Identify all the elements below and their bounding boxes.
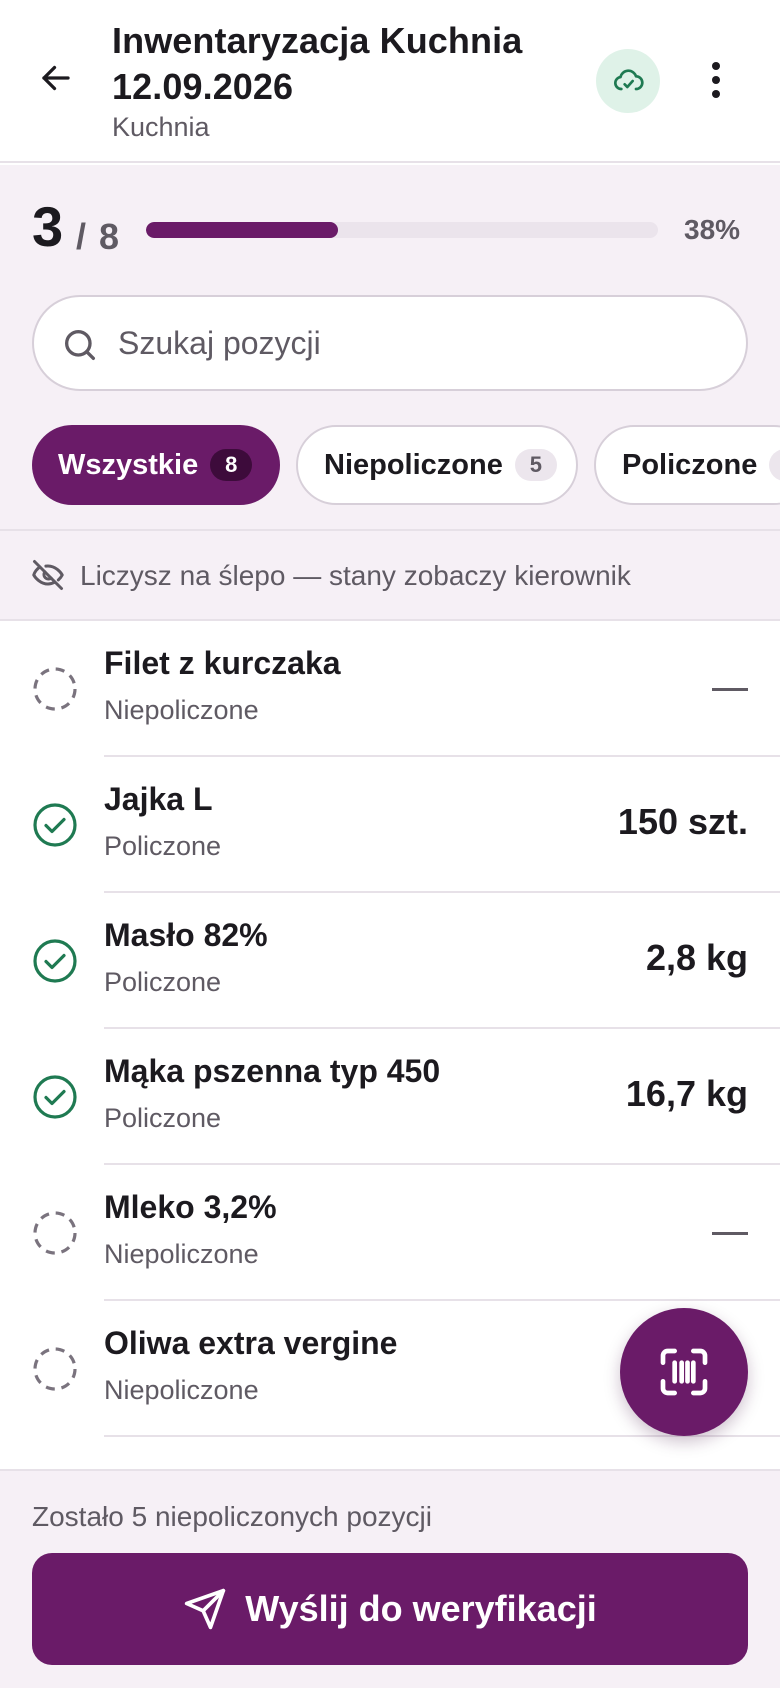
count-separator: / [76,216,87,257]
counted-count: 3 [32,195,64,258]
filter-chip-all[interactable]: Wszystkie 8 [32,425,280,505]
item-quantity: 16,7 kg [625,1073,748,1114]
filter-chip-label: Policzone [622,448,758,481]
scan-barcode-button[interactable] [620,1308,748,1436]
list-item[interactable]: Mąka pszenna typ 450 Policzone 16,7 kg [0,1029,780,1165]
item-status: Niepoliczone [104,1375,259,1405]
list-item[interactable]: Jajka L Policzone 150 szt. [0,757,780,893]
item-name: Masło 82% [104,917,268,953]
filter-chip-label: Wszystkie [58,448,199,481]
item-status: Policzone [104,831,222,861]
list-item[interactable]: Mleko 3,2% Niepoliczone [0,1165,780,1301]
page-title: Inwentaryzacja Kuchnia 12.09.2026 [112,20,523,107]
more-options-button[interactable] [692,52,740,108]
item-status: Policzone [104,967,222,997]
search-icon [65,330,96,360]
search-input[interactable] [118,297,718,389]
progress-bar [146,222,658,238]
item-status: Niepoliczone [104,695,259,725]
blind-count-text: Liczysz na ślepo — stany zobaczy kierown… [80,560,631,591]
app-header: Inwentaryzacja Kuchnia 12.09.2026 Kuchni… [0,0,780,163]
status-counted-icon [33,939,77,983]
empty-quantity-dash [712,688,748,691]
filter-chip-uncounted[interactable]: Niepoliczone 5 [296,425,578,505]
status-counted-icon [33,803,77,847]
status-uncounted-icon [33,1211,77,1255]
back-button[interactable] [30,52,82,104]
page-subtitle: Kuchnia [112,112,210,142]
submit-button-label: Wyślij do weryfikacji [245,1588,597,1629]
item-status: Policzone [104,1103,222,1133]
remaining-items-text: Zostało 5 niepoliczonych pozycji [32,1501,432,1532]
item-status: Niepoliczone [104,1239,259,1269]
send-icon [185,1588,226,1630]
filter-chip-count: 8 [210,449,253,481]
progress-percent: 38% [684,214,741,245]
item-name: Filet z kurczaka [104,645,341,681]
status-uncounted-icon [33,1347,77,1391]
filter-chip-label: Niepoliczone [324,448,503,481]
filter-chip-count: 3 [769,449,780,481]
empty-quantity-dash [712,1232,748,1235]
list-item[interactable]: Masło 82% Policzone 2,8 kg [0,893,780,1029]
filter-chip-counted[interactable]: Policzone 3 [594,425,780,505]
barcode-scan-icon [660,1348,708,1396]
item-name: Oliwa extra vergine [104,1325,398,1361]
filter-chip-count: 5 [514,449,557,481]
sync-status-button[interactable] [596,49,660,113]
more-vertical-icon [712,62,720,98]
search-box[interactable] [32,295,748,391]
arrow-left-icon [42,65,70,91]
item-name: Jajka L [104,781,213,817]
submit-for-review-button[interactable]: Wyślij do weryfikacji [32,1553,748,1665]
status-uncounted-icon [33,667,77,711]
blind-count-notice: Liczysz na ślepo — stany zobaczy kierown… [0,529,780,621]
item-quantity: 150 szt. [617,801,748,842]
summary-panel: 3 / 8 38% Wszystkie 8 Niepoliczone 5 Pol… [0,165,780,529]
filter-chips: Wszystkie 8 Niepoliczone 5 Policzone 3 [32,425,780,505]
item-name: Mąka pszenna typ 450 [104,1053,441,1089]
eye-off-icon [32,560,64,590]
list-item[interactable]: Filet z kurczaka Niepoliczone [0,621,780,757]
cloud-check-icon [614,69,644,91]
progress-bar-fill [146,222,338,238]
status-counted-icon [33,1075,77,1119]
footer-bar: Zostało 5 niepoliczonych pozycji Wyślij … [0,1469,780,1688]
item-name: Mleko 3,2% [104,1189,277,1225]
total-count: 8 [99,216,120,257]
item-quantity: 2,8 kg [645,937,748,978]
